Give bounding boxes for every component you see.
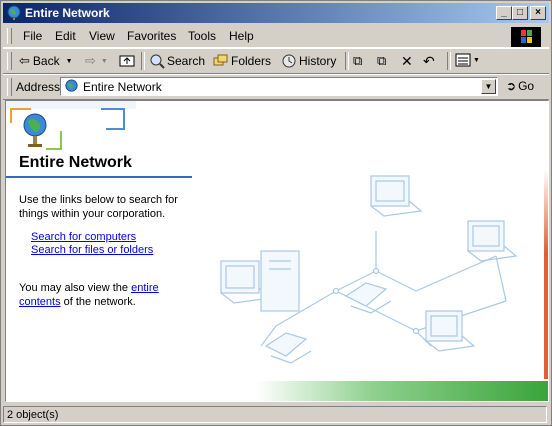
toolbar-grip[interactable] <box>7 52 12 70</box>
menu-view[interactable]: View <box>89 29 115 43</box>
windows-logo-icon <box>511 27 541 47</box>
corner-decoration <box>6 101 136 150</box>
description-text: Use the links below to search for things… <box>19 194 178 220</box>
title-bar[interactable]: Entire Network _ □ × <box>3 3 549 23</box>
content-pane: Entire Network Use the links below to se… <box>5 100 549 402</box>
toolbar-separator <box>345 52 349 70</box>
page-title: Entire Network <box>19 154 132 171</box>
title-divider <box>6 176 192 178</box>
views-button[interactable]: ▼ <box>455 53 480 67</box>
menu-bar: File Edit View Favorites Tools Help <box>3 25 549 48</box>
folders-label: Folders <box>231 54 272 68</box>
menu-help[interactable]: Help <box>229 29 254 43</box>
back-button[interactable]: ⇦ Back ▼ <box>19 53 73 69</box>
back-label: Back <box>32 54 60 68</box>
forward-arrow-icon: ⇨ <box>85 53 96 68</box>
views-icon <box>455 53 471 67</box>
go-arrow-icon: ➲ <box>506 79 517 93</box>
window-title: Entire Network <box>25 6 110 20</box>
more-info-text: You may also view the entire contents of… <box>19 281 189 309</box>
delete-icon: ✕ <box>401 53 413 69</box>
search-files-link[interactable]: Search for files or folders <box>31 244 153 256</box>
forward-button[interactable]: ⇨ ▼ <box>85 53 108 69</box>
go-button[interactable]: ➲ Go <box>506 79 534 93</box>
globe-icon <box>7 5 21 20</box>
address-dropdown-button[interactable]: ▼ <box>481 79 496 94</box>
chevron-down-icon: ▼ <box>100 57 108 65</box>
toolbar-separator <box>447 52 451 70</box>
move-to-icon: ⧉ <box>353 53 363 68</box>
undo-icon: ↶ <box>423 53 435 69</box>
close-button[interactable]: × <box>530 6 546 20</box>
up-folder-button[interactable] <box>119 53 135 67</box>
copy-to-button[interactable]: ⧉ <box>377 53 386 69</box>
history-label: History <box>299 54 337 68</box>
delete-button[interactable]: ✕ <box>401 53 413 70</box>
minimize-button[interactable]: _ <box>496 6 512 20</box>
undo-button[interactable]: ↶ <box>423 53 435 70</box>
footer-gradient <box>256 381 548 401</box>
menu-tools[interactable]: Tools <box>188 29 216 43</box>
network-illustration <box>220 175 518 364</box>
menu-favorites[interactable]: Favorites <box>127 29 176 43</box>
more-suffix: of the network. <box>60 296 136 308</box>
address-value: Entire Network <box>83 80 162 94</box>
history-icon <box>282 54 296 68</box>
history-button[interactable]: History <box>281 53 336 69</box>
copy-to-icon: ⧉ <box>377 53 387 68</box>
move-to-button[interactable]: ⧉ <box>353 53 362 69</box>
more-prefix: You may also view the <box>19 282 132 294</box>
back-arrow-icon: ⇦ <box>19 53 30 68</box>
menu-grip[interactable] <box>7 28 12 44</box>
address-label: Address <box>16 80 61 94</box>
chevron-down-icon: ▼ <box>65 57 73 65</box>
status-bar: 2 object(s) <box>3 404 549 424</box>
address-bar: Address Entire Network ▼ ➲ Go <box>3 74 549 100</box>
address-grip[interactable] <box>7 78 12 96</box>
search-label: Search <box>167 54 206 68</box>
accent-stripe <box>544 169 548 379</box>
folders-button[interactable]: Folders <box>213 53 271 69</box>
folders-icon <box>213 54 228 66</box>
chevron-down-icon: ▼ <box>473 56 480 64</box>
address-input[interactable]: Entire Network ▼ <box>60 77 498 96</box>
maximize-button[interactable]: □ <box>512 6 528 20</box>
search-icon <box>150 54 165 69</box>
go-label: Go <box>518 79 535 93</box>
status-text: 2 object(s) <box>3 406 547 423</box>
menu-file[interactable]: File <box>23 29 42 43</box>
search-computers-link[interactable]: Search for computers <box>31 231 136 243</box>
globe-icon <box>65 79 78 92</box>
up-folder-icon <box>119 55 135 67</box>
toolbar-separator <box>141 52 145 70</box>
standard-toolbar: ⇦ Back ▼ ⇨ ▼ Search Folders History ⧉ ⧉ … <box>3 48 549 74</box>
explorer-window: Entire Network _ □ × File Edit View Favo… <box>0 0 552 426</box>
search-button[interactable]: Search <box>149 53 205 69</box>
menu-edit[interactable]: Edit <box>55 29 76 43</box>
